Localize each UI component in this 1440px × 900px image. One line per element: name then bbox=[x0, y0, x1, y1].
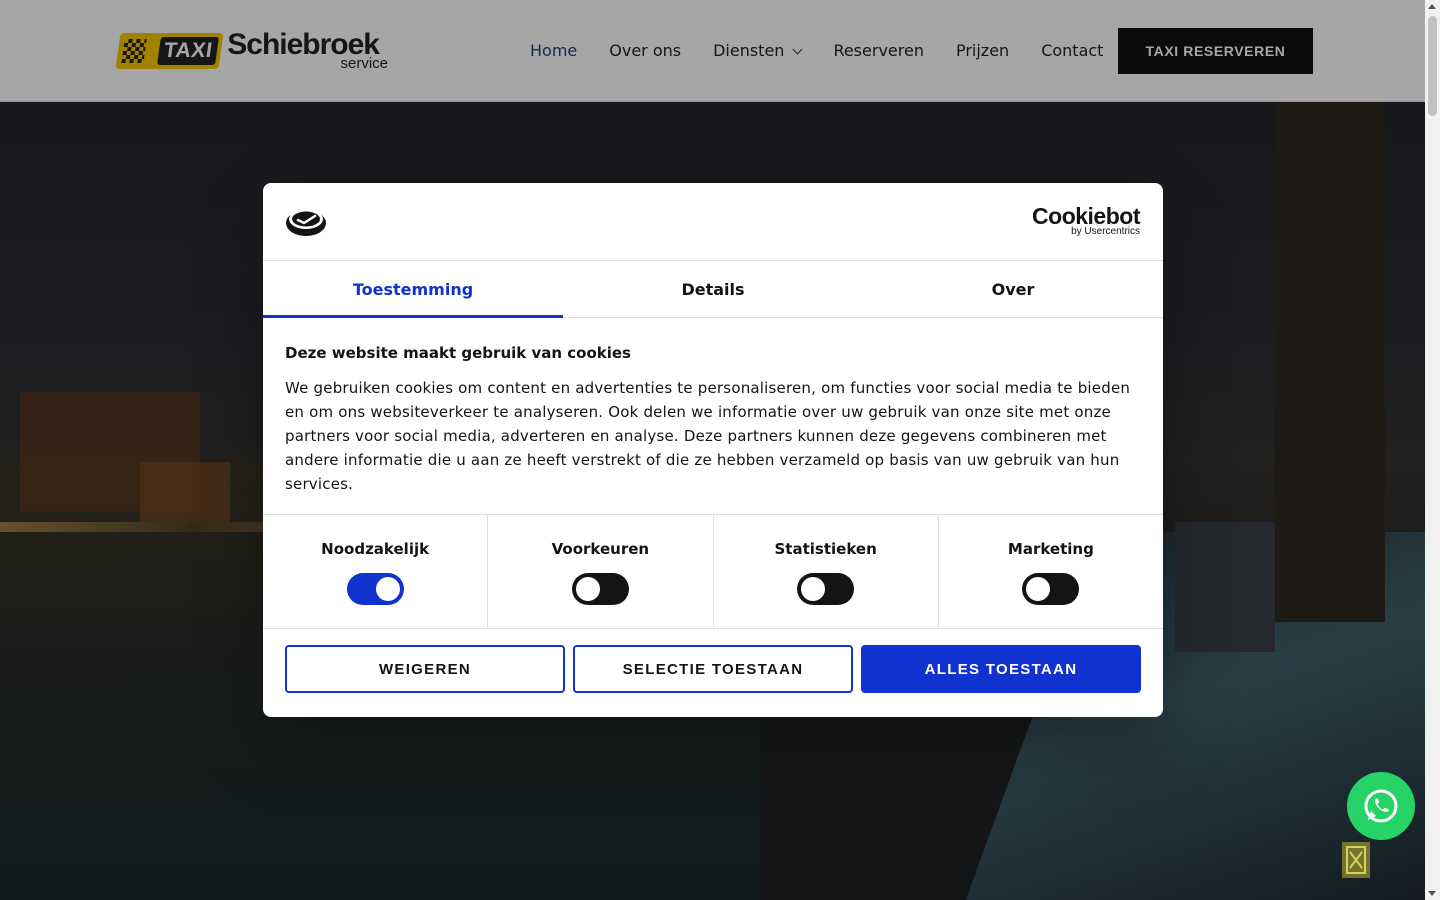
cookiebot-logo[interactable]: Cookiebot by Usercentrics bbox=[1032, 203, 1140, 237]
toggle-voorkeuren[interactable] bbox=[571, 573, 629, 605]
toggle-noodzakelijk[interactable] bbox=[346, 573, 404, 605]
category-marketing: Marketing bbox=[939, 515, 1163, 628]
category-label: Voorkeuren bbox=[551, 540, 650, 558]
cookiebot-icon bbox=[286, 209, 326, 236]
weigeren-button[interactable]: WEIGEREN bbox=[285, 645, 565, 693]
category-voorkeuren: Voorkeuren bbox=[488, 515, 714, 628]
whatsapp-button[interactable] bbox=[1347, 772, 1415, 840]
dialog-tabs: Toestemming Details Over bbox=[263, 261, 1163, 318]
scroll-up-icon[interactable] bbox=[1428, 4, 1436, 9]
selectie-toestaan-button[interactable]: SELECTIE TOESTAAN bbox=[573, 645, 853, 693]
scroll-down-icon[interactable] bbox=[1428, 891, 1436, 896]
dialog-heading: Deze website maakt gebruik van cookies bbox=[285, 344, 631, 362]
dialog-text: We gebruiken cookies om content en adver… bbox=[285, 379, 1131, 493]
tab-toestemming[interactable]: Toestemming bbox=[263, 261, 563, 318]
category-label: Noodzakelijk bbox=[321, 540, 430, 558]
category-statistieken: Statistieken bbox=[714, 515, 939, 628]
dialog-body: Deze website maakt gebruik van cookies W… bbox=[263, 318, 1163, 515]
toggle-statistieken[interactable] bbox=[797, 573, 855, 605]
toggle-marketing[interactable] bbox=[1022, 573, 1080, 605]
consent-categories: Noodzakelijk Voorkeuren Statistieken Mar… bbox=[263, 515, 1163, 629]
scroll-thumb[interactable] bbox=[1428, 16, 1437, 116]
category-label: Marketing bbox=[1007, 540, 1094, 558]
toggle-knob bbox=[801, 577, 826, 601]
toggle-knob bbox=[1026, 577, 1051, 601]
page-scrollbar[interactable] bbox=[1425, 0, 1440, 900]
tab-details[interactable]: Details bbox=[563, 261, 863, 317]
alles-toestaan-button[interactable]: ALLES TOESTAAN bbox=[861, 645, 1141, 693]
category-label: Statistieken bbox=[774, 540, 877, 558]
recaptcha-badge-icon[interactable] bbox=[1340, 840, 1372, 884]
toggle-knob bbox=[375, 577, 400, 601]
toggle-knob bbox=[575, 577, 600, 601]
cookie-consent-dialog: Cookiebot by Usercentrics Toestemming De… bbox=[263, 183, 1163, 717]
tab-over[interactable]: Over bbox=[863, 261, 1163, 317]
whatsapp-icon bbox=[1364, 789, 1398, 823]
category-noodzakelijk: Noodzakelijk bbox=[263, 515, 489, 628]
dialog-actions: WEIGEREN SELECTIE TOESTAAN ALLES TOESTAA… bbox=[263, 629, 1163, 709]
dialog-header: Cookiebot by Usercentrics bbox=[263, 183, 1163, 261]
